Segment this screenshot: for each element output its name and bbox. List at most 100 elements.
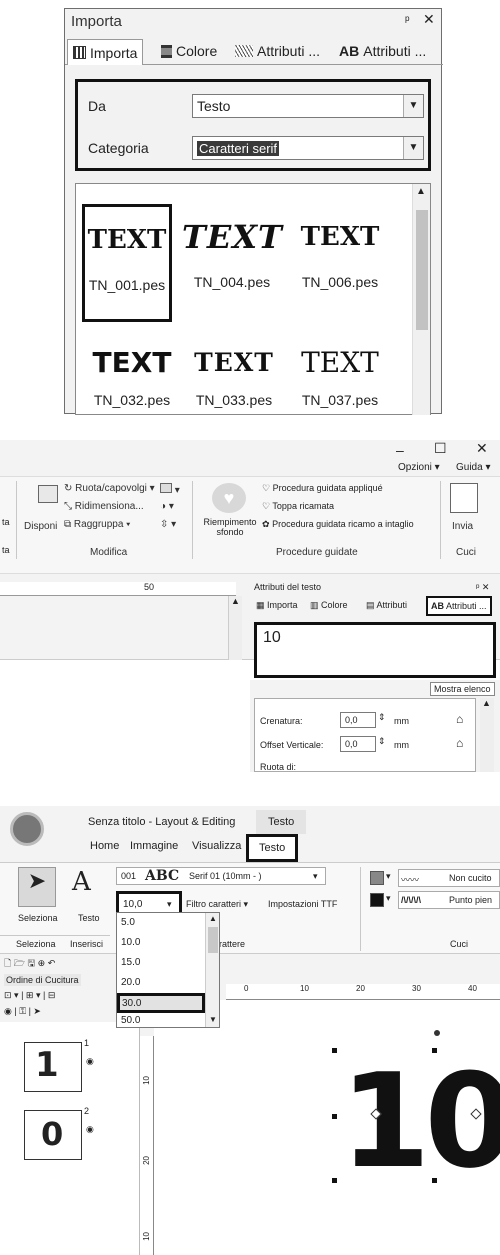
sort-icon[interactable]: ⊟	[48, 990, 56, 1000]
filtro-caratteri-button[interactable]: Filtro caratteri ▾	[186, 899, 248, 910]
size-option[interactable]: 20.0	[121, 977, 140, 988]
scroll-up-icon[interactable]: ▲	[482, 698, 491, 708]
text-icon[interactable]: A	[72, 867, 91, 897]
eye-icon[interactable]: ◉	[86, 1124, 94, 1135]
ruota-button[interactable]: ↻ Ruota/capovolgi ▾	[64, 483, 155, 494]
selection-handle[interactable]	[332, 1048, 337, 1053]
send-icon[interactable]	[450, 483, 478, 513]
testo-button[interactable]: Testo	[78, 913, 100, 923]
attr-scrollbar[interactable]: ▲	[480, 698, 494, 772]
rotate-handle[interactable]	[434, 1030, 440, 1036]
chevron-down-icon[interactable]: ▼	[403, 95, 423, 117]
color-swatch-1[interactable]	[370, 871, 384, 885]
cursor-icon[interactable]: ➤	[18, 867, 56, 907]
house-icon[interactable]: ⌂	[456, 712, 463, 726]
offset-spinner[interactable]: ⇕	[378, 736, 386, 747]
thumb-tn004[interactable]: TEXT TN_004.pes	[182, 204, 282, 322]
color-swatch-2[interactable]	[370, 893, 384, 907]
tab-colore[interactable]: Colore	[161, 43, 217, 59]
scroll-thumb[interactable]	[208, 927, 218, 953]
design-canvas[interactable]: 10	[154, 1000, 500, 1255]
chevron-down-icon[interactable]: ▾	[386, 871, 391, 882]
text-input-box[interactable]: 10	[254, 622, 496, 678]
da-select[interactable]: Testo ▼	[192, 94, 424, 118]
eye-icon[interactable]: ◉	[86, 1056, 94, 1067]
raggruppa-button[interactable]: ⧉ Raggruppa ▾	[64, 519, 130, 530]
tab-attributi-testo[interactable]: AB Attributi ...	[339, 43, 426, 59]
undo-icon[interactable]: ↶	[48, 958, 56, 968]
eye-icon[interactable]: ◉	[4, 1006, 12, 1016]
applique-button[interactable]: ♡ Procedura guidata appliqué	[262, 483, 383, 494]
size-option[interactable]: 5.0	[121, 917, 135, 928]
font-select[interactable]: 001 ABC Serif 01 (10mm - ) ▾	[116, 867, 326, 885]
intaglio-button[interactable]: ✿ Procedura guidata ricamo a intaglio	[262, 519, 414, 530]
save-icon[interactable]: 🖫	[27, 958, 35, 968]
size-option-selected[interactable]: 30.0	[117, 993, 205, 1013]
tab-testo[interactable]: Testo	[246, 834, 299, 862]
riempimento-button[interactable]: Riempimento sfondo	[200, 517, 260, 537]
thumb-tn033[interactable]: TEXT TN_033.pes	[184, 334, 284, 414]
stitch-type-1[interactable]: 〰〰 Non cucito	[398, 869, 500, 887]
tab-attributi-testo[interactable]: AB Attributi ...	[426, 596, 492, 616]
list-item[interactable]: 1	[24, 1042, 82, 1092]
maximize-button[interactable]: ☐	[434, 440, 447, 457]
thumb-tn032[interactable]: TEXT TN_032.pes	[82, 334, 182, 414]
categoria-select[interactable]: Caratteri serif ▼	[192, 136, 424, 160]
zoom-icon[interactable]: ⊕	[38, 958, 46, 968]
align-dropdown[interactable]: ⇳ ▾	[160, 519, 176, 530]
ridimensiona-button[interactable]: ⤡ Ridimensiona...	[64, 501, 144, 512]
selection-handle[interactable]	[332, 1178, 337, 1183]
scroll-up-icon[interactable]: ▲	[209, 914, 217, 923]
thumb-tn006[interactable]: TEXT TN_006.pes	[290, 204, 390, 322]
guida-menu[interactable]: Guida ▾	[456, 462, 491, 473]
house-icon[interactable]: ⌂	[456, 736, 463, 750]
selection-handle[interactable]	[432, 1048, 437, 1053]
close-icon[interactable]: ✕	[423, 11, 435, 28]
new-file-icon[interactable]: 🗋	[4, 958, 11, 968]
tab-immagine[interactable]: Immagine	[130, 840, 178, 852]
shape-dropdown[interactable]: ▾	[160, 483, 180, 496]
list-item[interactable]: 0	[24, 1110, 82, 1160]
stitch-type-2[interactable]: /\/\/\/\ Punto pien	[398, 891, 500, 909]
heart-icon[interactable]: ♥	[212, 483, 246, 513]
opzioni-menu[interactable]: Opzioni ▾	[398, 462, 440, 473]
dropdown-scrollbar[interactable]: ▲ ▼	[205, 913, 219, 1027]
size-option[interactable]: 50.0	[121, 1015, 140, 1026]
pointer-icon[interactable]: ➤	[33, 1006, 41, 1016]
scroll-thumb[interactable]	[416, 210, 428, 330]
scrollbar[interactable]: ▲	[412, 184, 430, 415]
vertical-scrollbar[interactable]: ▲	[228, 596, 242, 660]
disponi-button[interactable]: Disponi	[24, 521, 57, 532]
chevron-down-icon[interactable]: ▼	[403, 137, 423, 159]
thumb-tn037[interactable]: TEXT TN_037.pes	[290, 334, 390, 414]
open-file-icon[interactable]: 🗁	[14, 958, 25, 968]
effects-dropdown[interactable]: ◑ ▾	[160, 501, 174, 512]
disponi-icon[interactable]	[38, 485, 58, 503]
offset-input[interactable]: 0,0	[340, 736, 376, 752]
selection-handle[interactable]	[432, 1178, 437, 1183]
crenatura-spinner[interactable]: ⇕	[378, 712, 386, 723]
tab-importa[interactable]: ▦ Importa	[256, 600, 298, 611]
toppa-button[interactable]: ♡ Toppa ricamata	[262, 501, 334, 512]
pin-icon[interactable]: ᵖ ✕	[476, 582, 489, 593]
impostazioni-ttf-button[interactable]: Impostazioni TTF	[268, 899, 337, 909]
thumb-tn001[interactable]: TEXT TN_001.pes	[82, 204, 172, 322]
frame-icon[interactable]: ⊡	[4, 990, 12, 1000]
seleziona-button[interactable]: Seleziona	[18, 913, 58, 923]
close-button[interactable]: ✕	[476, 440, 488, 457]
tab-attributi-cucitura[interactable]: Attributi ...	[235, 43, 320, 59]
minimize-button[interactable]: –	[396, 442, 404, 458]
chevron-down-icon[interactable]: ▾	[167, 899, 172, 910]
app-logo-icon[interactable]	[10, 812, 44, 846]
scroll-down-icon[interactable]: ▼	[209, 1015, 217, 1024]
tab-home[interactable]: Home	[90, 840, 119, 852]
scroll-up-icon[interactable]: ▲	[231, 596, 240, 606]
invia-button[interactable]: Invia	[452, 521, 473, 532]
size-option[interactable]: 10.0	[121, 937, 140, 948]
tab-colore[interactable]: ▥ Colore	[310, 600, 348, 611]
scroll-up-icon[interactable]: ▲	[416, 186, 426, 197]
pin-icon[interactable]: ᵖ	[405, 13, 410, 27]
size-option[interactable]: 15.0	[121, 957, 140, 968]
chevron-down-icon[interactable]: ▾	[386, 893, 391, 904]
mostra-elenco-button[interactable]: Mostra elenco	[430, 682, 495, 696]
